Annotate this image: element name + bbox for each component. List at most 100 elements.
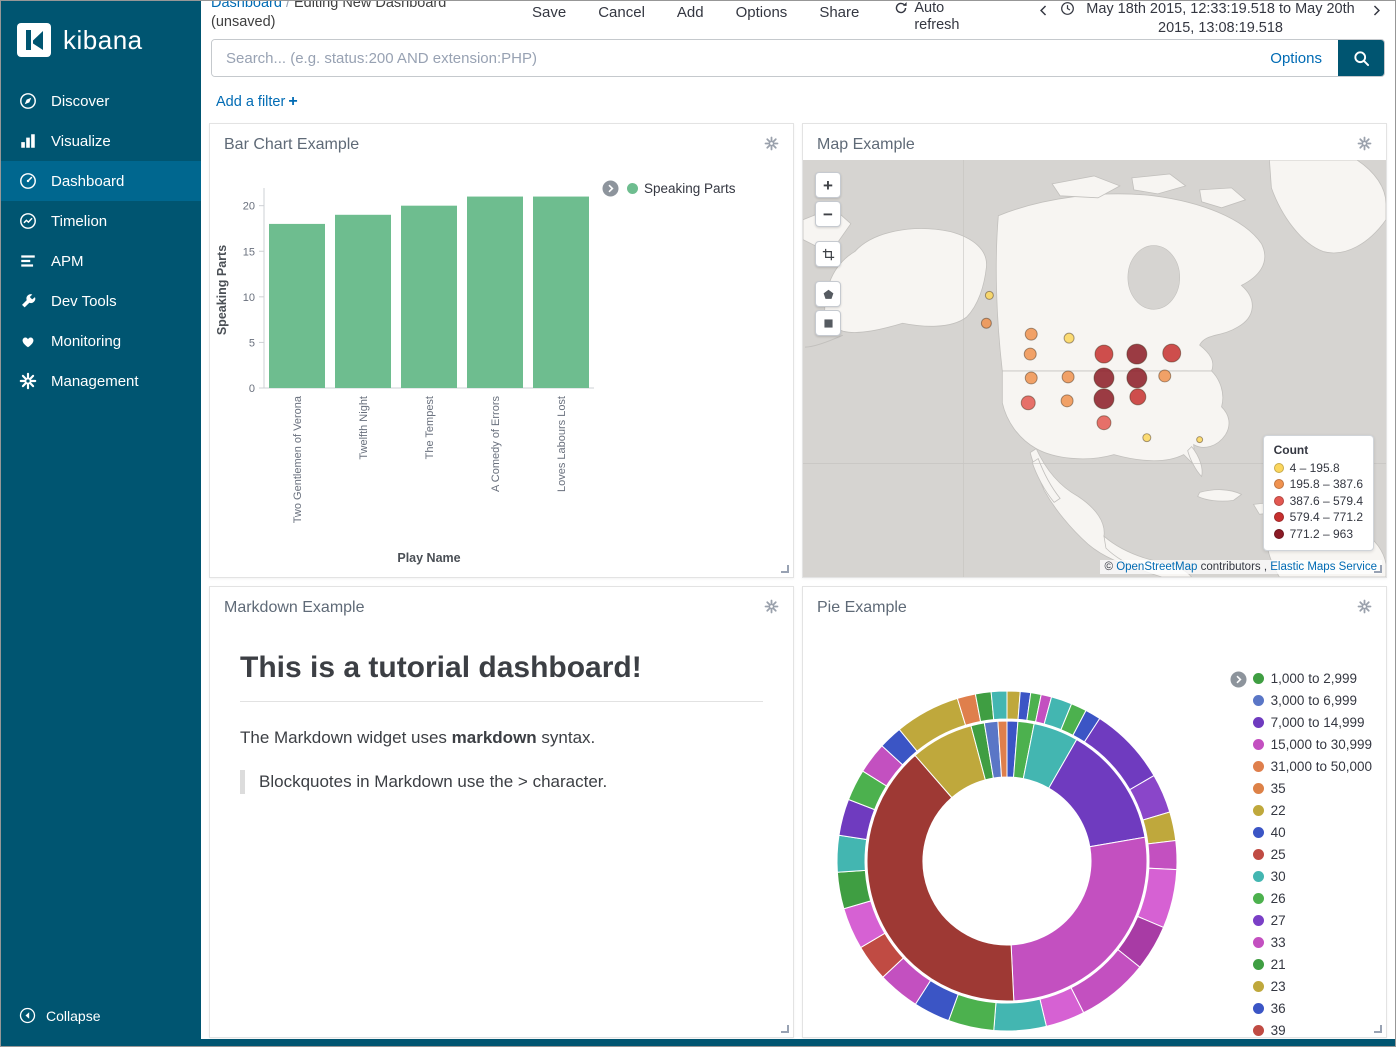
legend-toggle-icon[interactable]	[1230, 671, 1247, 688]
breadcrumb-dashboard-link[interactable]: Dashboard	[211, 1, 282, 11]
map-marker[interactable]	[1163, 344, 1181, 362]
map-marker[interactable]	[1024, 348, 1036, 360]
panel-title: Map Example	[817, 136, 915, 154]
pie-outer-segment[interactable]	[991, 691, 1007, 720]
pie-outer-segment[interactable]	[994, 999, 1047, 1031]
sidebar-item-monitoring[interactable]: Monitoring	[1, 321, 201, 361]
pie-legend-item[interactable]: 22	[1253, 803, 1372, 818]
map-marker[interactable]	[1064, 333, 1074, 343]
x-tick-label[interactable]: A Comedy of Errors	[490, 396, 502, 492]
pie-legend-item[interactable]: 7,000 to 14,999	[1253, 715, 1372, 730]
legend-toggle-icon[interactable]	[602, 180, 619, 197]
x-tick-label[interactable]: Two Gentlemen of Verona	[292, 395, 304, 523]
map-marker[interactable]	[1127, 344, 1147, 364]
sidebar-item-apm[interactable]: APM	[1, 241, 201, 281]
search-options-link[interactable]: Options	[1254, 40, 1338, 76]
sidebar-item-dashboard[interactable]: Dashboard	[1, 161, 201, 201]
map-marker[interactable]	[1143, 434, 1151, 442]
pie-legend-item[interactable]: 27	[1253, 913, 1372, 928]
sidebar-item-visualize[interactable]: Visualize	[1, 121, 201, 161]
map-marker[interactable]	[981, 318, 991, 328]
map-draw-rectangle-button[interactable]	[815, 310, 841, 336]
pie-legend-item[interactable]: 39	[1253, 1023, 1372, 1038]
map-marker[interactable]	[1159, 370, 1171, 382]
pie-legend-item[interactable]: 30	[1253, 869, 1372, 884]
map-marker[interactable]	[1025, 328, 1037, 340]
bar-a-comedy-of-errors[interactable]	[467, 197, 523, 388]
pie-legend-item[interactable]: 3,000 to 6,999	[1253, 693, 1372, 708]
legend-color-dot	[1253, 783, 1264, 794]
legend-color-dot	[1253, 937, 1264, 948]
toolbar-cancel-button[interactable]: Cancel	[595, 2, 648, 23]
pie-legend-item[interactable]: 21	[1253, 957, 1372, 972]
map-marker[interactable]	[1127, 368, 1147, 388]
search-button[interactable]	[1338, 40, 1384, 76]
map-marker[interactable]	[985, 291, 993, 299]
map-marker[interactable]	[1021, 396, 1035, 410]
bar-loves-labours-lost[interactable]	[533, 197, 589, 388]
bar-two-gentlemen-of-verona[interactable]	[269, 224, 325, 388]
x-tick-label[interactable]: The Tempest	[424, 396, 436, 459]
panel-settings-button[interactable]	[1355, 597, 1374, 619]
pie-legend-item[interactable]: 33	[1253, 935, 1372, 950]
pie-legend-item[interactable]: 25	[1253, 847, 1372, 862]
kibana-logo[interactable]: kibana	[1, 1, 201, 81]
resize-handle[interactable]	[781, 565, 789, 573]
openstreetmap-link[interactable]: OpenStreetMap	[1116, 561, 1197, 573]
toolbar-options-button[interactable]: Options	[733, 2, 791, 23]
sidebar-item-discover[interactable]: Discover	[1, 81, 201, 121]
map-marker[interactable]	[1130, 389, 1146, 405]
map-fit-bounds-button[interactable]	[815, 241, 841, 267]
map-marker[interactable]	[1197, 437, 1203, 443]
bar-chart-canvas[interactable]: 05101520Two Gentlemen of VeronaTwelfth N…	[210, 160, 794, 574]
map-marker[interactable]	[1094, 389, 1114, 409]
dashboard-toolbar: Dashboard/Editing New Dashboard (unsaved…	[201, 1, 1395, 37]
search-input[interactable]	[212, 40, 1254, 76]
resize-handle[interactable]	[1374, 1025, 1382, 1033]
pie-legend-item[interactable]: 26	[1253, 891, 1372, 906]
toolbar-share-button[interactable]: Share	[816, 2, 862, 23]
sidebar-item-dev-tools[interactable]: Dev Tools	[1, 281, 201, 321]
pie-legend-item[interactable]: 31,000 to 50,000	[1253, 759, 1372, 774]
sidebar-item-timelion[interactable]: Timelion	[1, 201, 201, 241]
time-next-button[interactable]	[1362, 1, 1391, 26]
map-marker[interactable]	[1061, 395, 1073, 407]
pie-legend-item[interactable]: 23	[1253, 979, 1372, 994]
time-range-picker[interactable]: May 18th 2015, 12:33:19.518 to May 20th …	[1060, 1, 1360, 37]
bar-the-tempest[interactable]	[401, 206, 457, 388]
map-marker[interactable]	[1062, 371, 1074, 383]
toolbar-add-button[interactable]: Add	[674, 2, 707, 23]
map-zoom-in-button[interactable]: +	[815, 172, 841, 198]
toolbar-save-button[interactable]: Save	[529, 2, 569, 23]
x-tick-label[interactable]: Twelfth Night	[358, 396, 370, 460]
pie-legend-item[interactable]: 1,000 to 2,999	[1253, 671, 1372, 686]
panel-settings-button[interactable]	[762, 597, 781, 619]
elastic-maps-service-link[interactable]: Elastic Maps Service	[1270, 561, 1377, 573]
pie-legend-item[interactable]: 15,000 to 30,999	[1253, 737, 1372, 752]
map-marker[interactable]	[1097, 416, 1111, 430]
map-marker[interactable]	[1094, 368, 1114, 388]
pie-outer-segment[interactable]	[1148, 841, 1177, 870]
panel-settings-button[interactable]	[1355, 134, 1374, 156]
window-bottom-edge	[1, 1039, 1395, 1046]
pie-legend-item[interactable]: 35	[1253, 781, 1372, 796]
pie-legend-item[interactable]: 36	[1253, 1001, 1372, 1016]
time-previous-button[interactable]	[1029, 1, 1058, 26]
map-draw-polygon-button[interactable]	[815, 281, 841, 307]
breadcrumb: Dashboard/Editing New Dashboard (unsaved…	[211, 1, 511, 32]
bar-twelfth-night[interactable]	[335, 215, 391, 388]
resize-handle[interactable]	[781, 1025, 789, 1033]
auto-refresh-button[interactable]: Auto refresh	[894, 1, 972, 34]
legend-item-speaking-parts[interactable]: Speaking Parts	[627, 181, 736, 196]
pie-chart-canvas[interactable]	[811, 623, 1211, 1037]
map-zoom-out-button[interactable]: −	[815, 201, 841, 227]
x-tick-label[interactable]: Loves Labours Lost	[556, 396, 568, 492]
pie-outer-segment[interactable]	[837, 835, 867, 872]
map-marker[interactable]	[1095, 345, 1113, 363]
sidebar-item-management[interactable]: Management	[1, 361, 201, 401]
resize-handle[interactable]	[1374, 565, 1382, 573]
panel-settings-button[interactable]	[762, 134, 781, 156]
map-marker[interactable]	[1025, 372, 1037, 384]
pie-legend-item[interactable]: 40	[1253, 825, 1372, 840]
add-filter-link[interactable]: Add a filter+	[216, 94, 298, 110]
